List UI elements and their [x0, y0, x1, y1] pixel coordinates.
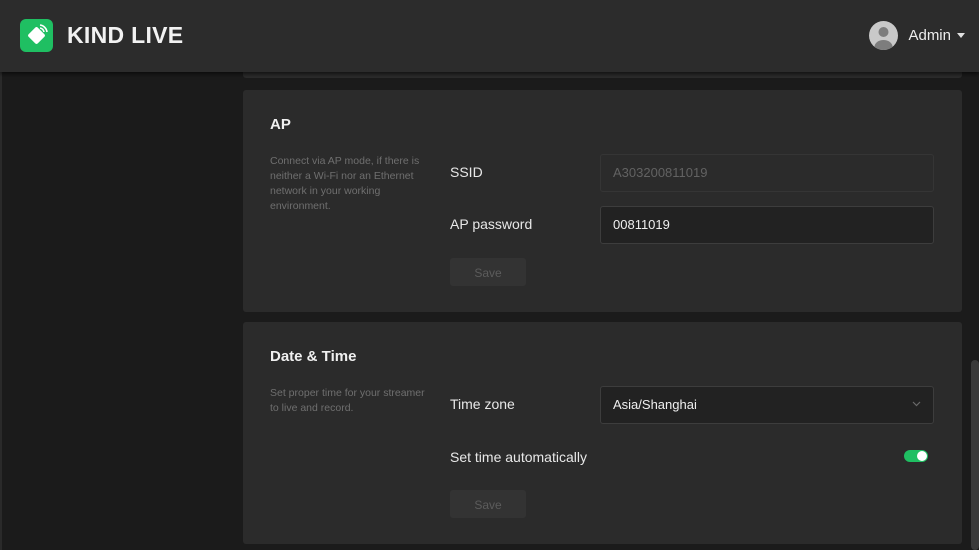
scrollbar[interactable]: [971, 72, 979, 550]
toggle-knob: [917, 451, 927, 461]
user-menu[interactable]: Admin: [869, 20, 965, 50]
previous-card: [243, 72, 962, 78]
ssid-label: SSID: [450, 164, 483, 180]
time-zone-label: Time zone: [450, 396, 515, 412]
ap-password-input[interactable]: 00811019: [600, 206, 934, 244]
app-logo-icon[interactable]: [20, 19, 53, 52]
date-time-save-button[interactable]: Save: [450, 490, 526, 518]
date-time-description: Set proper time for your streamer to liv…: [270, 387, 425, 414]
settings-content[interactable]: AP Connect via AP mode, if there is neit…: [0, 72, 979, 550]
avatar-icon: [869, 20, 899, 50]
date-time-card: Date & Time Set proper time for your str…: [243, 322, 962, 544]
chevron-down-icon: [957, 32, 965, 38]
sidebar-edge: [0, 72, 2, 550]
app-brand: KIND LIVE: [67, 22, 184, 48]
set-time-auto-label: Set time automatically: [450, 449, 587, 465]
time-zone-value: Asia/Shanghai: [613, 397, 697, 412]
date-time-title: Date & Time: [270, 348, 357, 365]
time-zone-select[interactable]: Asia/Shanghai: [600, 386, 934, 424]
ssid-input[interactable]: A303200811019: [600, 154, 934, 192]
ap-card: AP Connect via AP mode, if there is neit…: [243, 90, 962, 312]
ap-save-button[interactable]: Save: [450, 258, 526, 286]
ap-password-label: AP password: [450, 216, 533, 232]
chevron-down-icon: [912, 401, 921, 407]
ap-description: Connect via AP mode, if there is neither…: [270, 155, 420, 212]
user-name: Admin: [908, 26, 951, 44]
scrollbar-thumb[interactable]: [971, 360, 979, 550]
ap-title: AP: [270, 116, 291, 133]
top-bar: KIND LIVE Admin: [0, 0, 979, 72]
set-time-auto-toggle[interactable]: [904, 450, 928, 462]
